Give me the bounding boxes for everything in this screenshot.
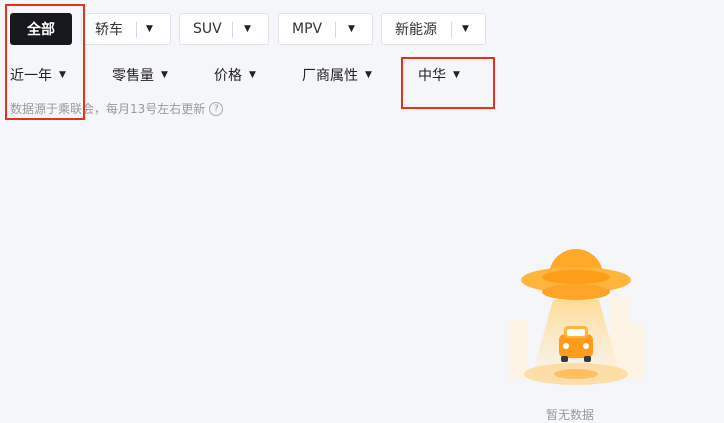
tab-sedan[interactable]: 轿车 ▼	[81, 13, 171, 45]
empty-state-text: 暂无数据	[546, 408, 595, 422]
tab-divider	[335, 22, 336, 38]
ufo-car-icon	[509, 249, 643, 385]
filter-manufacturer-type-label: 厂商属性	[302, 68, 358, 84]
filter-metric-label: 零售量	[112, 68, 154, 84]
tab-suv[interactable]: SUV ▼	[179, 13, 269, 45]
dropdown-caret-icon: ▼	[249, 70, 256, 80]
filter-manufacturer-type[interactable]: 厂商属性 ▼	[302, 64, 372, 86]
dropdown-caret-icon[interactable]: ▼	[348, 14, 355, 44]
tab-suv-label: SUV	[193, 21, 222, 37]
dropdown-caret-icon[interactable]: ▼	[244, 14, 251, 44]
highlight-box-brand	[401, 57, 495, 109]
tab-mpv[interactable]: MPV ▼	[278, 13, 373, 45]
help-icon[interactable]: ?	[209, 101, 224, 116]
tab-divider	[232, 22, 233, 38]
tab-new-energy-label: 新能源	[395, 22, 437, 38]
filter-price-label: 价格	[214, 68, 242, 84]
dropdown-caret-icon: ▼	[365, 70, 372, 80]
dropdown-caret-icon[interactable]: ▼	[462, 14, 469, 44]
tab-divider	[451, 22, 452, 38]
dropdown-caret-icon[interactable]: ▼	[146, 14, 153, 44]
filter-price[interactable]: 价格 ▼	[214, 64, 256, 86]
highlight-box-all-period	[5, 4, 85, 120]
tab-mpv-label: MPV	[292, 21, 323, 37]
tab-divider	[136, 22, 137, 38]
filter-metric[interactable]: 零售量 ▼	[112, 64, 168, 86]
tab-new-energy[interactable]: 新能源 ▼	[381, 13, 486, 45]
dropdown-caret-icon: ▼	[161, 70, 168, 80]
tab-sedan-label: 轿车	[95, 22, 123, 38]
